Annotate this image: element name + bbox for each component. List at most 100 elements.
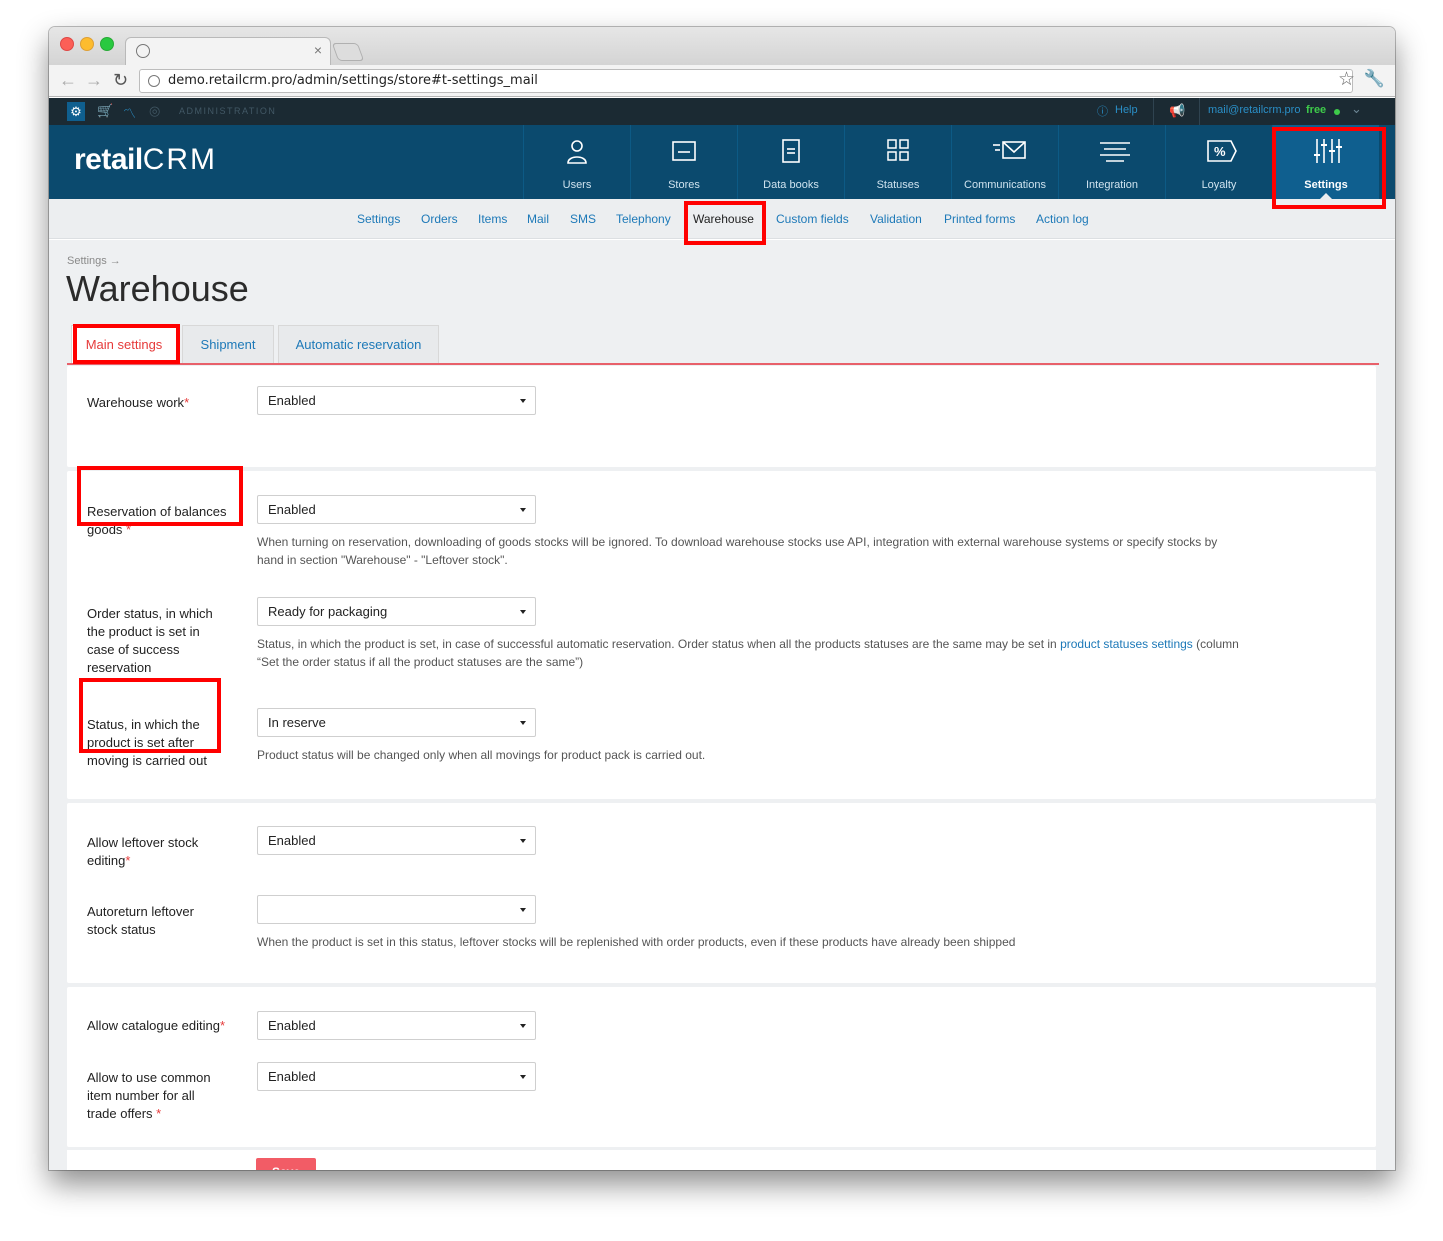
caret-down-icon <box>520 399 526 403</box>
leftover-editing-label: Allow leftover stock editing* <box>87 834 198 870</box>
subnav-custom-fields[interactable]: Custom fields <box>776 212 849 226</box>
nav-communications[interactable]: Communications <box>951 125 1058 199</box>
catalogue-card: Allow catalogue editing* Enabled Allow t… <box>67 987 1376 1147</box>
online-status-dot <box>1334 109 1340 115</box>
breadcrumb[interactable]: Settings → <box>67 255 121 267</box>
moving-status-value: In reserve <box>268 715 326 730</box>
autoreturn-label-line2: stock status <box>87 922 156 937</box>
order-status-select[interactable]: Ready for packaging <box>257 597 536 626</box>
nav-users[interactable]: Users <box>523 125 630 199</box>
main-header: retailCRM Users Stores Data books Status… <box>49 125 1395 199</box>
subnav-validation[interactable]: Validation <box>870 212 922 226</box>
target-icon[interactable]: ◎ <box>149 103 160 119</box>
divider <box>1153 98 1154 125</box>
nav-loyalty[interactable]: % Loyalty <box>1165 125 1272 199</box>
nav-statuses-label: Statuses <box>876 179 920 191</box>
caret-down-icon <box>520 1024 526 1028</box>
nav-statuses[interactable]: Statuses <box>844 125 951 199</box>
autoreturn-label-line1: Autoreturn leftover <box>87 904 194 919</box>
subnav-warehouse[interactable]: Warehouse <box>693 212 754 226</box>
leftover-card: Allow leftover stock editing* Enabled Au… <box>67 803 1376 983</box>
warehouse-work-select[interactable]: Enabled <box>257 386 536 415</box>
tab-close-icon[interactable]: × <box>314 42 322 58</box>
subnav-settings[interactable]: Settings <box>357 212 400 226</box>
catalogue-editing-select[interactable]: Enabled <box>257 1011 536 1040</box>
browser-tab[interactable]: × <box>125 37 331 65</box>
order-status-label-line: reservation <box>87 660 152 675</box>
logo-crm: CRM <box>142 143 218 176</box>
warehouse-work-label: Warehouse work* <box>87 394 189 412</box>
autoreturn-hint: When the product is set in this status, … <box>257 935 1016 949</box>
order-status-hint: Status, in which the product is set, in … <box>257 635 1267 671</box>
minimize-window-button[interactable] <box>80 37 94 51</box>
help-link[interactable]: Help <box>1115 104 1138 116</box>
caret-down-icon <box>520 839 526 843</box>
reload-icon[interactable]: ↻ <box>113 70 128 91</box>
common-item-number-label: Allow to use common item number for all … <box>87 1069 211 1123</box>
catalogue-editing-label: Allow catalogue editing* <box>87 1018 226 1033</box>
chevron-down-icon[interactable]: ⌄ <box>1351 101 1362 117</box>
reservation-card: Reservation of balances goods * Enabled … <box>67 471 1376 799</box>
nav-communications-label: Communications <box>964 179 1046 191</box>
page-content: Settings → Warehouse Main settings Shipm… <box>49 240 1395 1170</box>
product-statuses-settings-link[interactable]: product statuses settings <box>1060 637 1193 651</box>
leftover-editing-label-line1: Allow leftover stock <box>87 835 199 850</box>
browser-window: × ← → ↻ demo.retailcrm.pro/admin/setting… <box>49 27 1395 1170</box>
tab-main-settings[interactable]: Main settings <box>71 325 177 364</box>
sliders-icon <box>1312 137 1342 165</box>
data-book-icon <box>777 137 805 165</box>
nav-data-books[interactable]: Data books <box>737 125 844 199</box>
subnav-items[interactable]: Items <box>478 212 507 226</box>
globe-icon <box>136 44 150 58</box>
tab-automatic-reservation[interactable]: Automatic reservation <box>278 325 439 363</box>
admin-label: ADMINISTRATION <box>179 106 277 116</box>
nav-integration-label: Integration <box>1086 179 1138 191</box>
moving-status-select[interactable]: In reserve <box>257 708 536 737</box>
mail-icon <box>991 137 1026 165</box>
nav-settings-label: Settings <box>1304 179 1348 191</box>
help-icon[interactable]: ⓘ <box>1097 103 1108 119</box>
reservation-select[interactable]: Enabled <box>257 495 536 524</box>
save-button[interactable]: Save <box>256 1158 316 1170</box>
common-item-number-select[interactable]: Enabled <box>257 1062 536 1091</box>
order-status-hint-line2: “Set the order status if all the product… <box>257 655 584 669</box>
order-status-label-line: Order status, in which <box>87 606 213 621</box>
subnav-action-log[interactable]: Action log <box>1036 212 1089 226</box>
statuses-icon <box>884 137 912 165</box>
close-window-button[interactable] <box>60 37 74 51</box>
subnav-sms[interactable]: SMS <box>570 212 596 226</box>
required-mark: * <box>125 853 131 868</box>
bookmark-star-icon[interactable]: ☆ <box>1338 68 1355 91</box>
retailcrm-logo[interactable]: retailCRM <box>74 143 217 177</box>
tab-shipment[interactable]: Shipment <box>182 325 274 363</box>
megaphone-icon[interactable]: 📢 <box>1169 103 1185 119</box>
analytics-icon[interactable]: 〽 <box>123 103 136 122</box>
forward-arrow-icon[interactable]: → <box>85 70 103 91</box>
leftover-editing-value: Enabled <box>268 833 316 848</box>
common-item-number-value: Enabled <box>268 1069 316 1084</box>
account-email[interactable]: mail@retailcrm.pro <box>1208 104 1300 116</box>
new-tab-button[interactable] <box>331 43 365 61</box>
address-bar[interactable]: demo.retailcrm.pro/admin/settings/store#… <box>139 69 1353 93</box>
subnav-mail[interactable]: Mail <box>527 212 549 226</box>
warehouse-work-card: Warehouse work* Enabled <box>67 366 1376 467</box>
gear-icon[interactable]: ⚙ <box>67 102 85 121</box>
page-title: Warehouse <box>66 268 249 309</box>
nav-integration[interactable]: Integration <box>1058 125 1165 199</box>
autoreturn-select[interactable] <box>257 895 536 924</box>
reservation-label-line2: goods * <box>87 522 132 537</box>
nav-settings[interactable]: Settings <box>1272 125 1379 199</box>
zoom-window-button[interactable] <box>100 37 114 51</box>
subnav-orders[interactable]: Orders <box>421 212 458 226</box>
subnav-printed-forms[interactable]: Printed forms <box>944 212 1015 226</box>
leftover-editing-select[interactable]: Enabled <box>257 826 536 855</box>
reservation-hint: When turning on reservation, downloading… <box>257 533 1267 569</box>
caret-down-icon <box>520 1075 526 1079</box>
required-mark: * <box>156 1106 162 1121</box>
nav-stores[interactable]: Stores <box>630 125 737 199</box>
subnav-telephony[interactable]: Telephony <box>616 212 671 226</box>
back-arrow-icon[interactable]: ← <box>59 70 77 91</box>
wrench-icon[interactable]: 🔧 <box>1364 69 1385 89</box>
cart-icon[interactable]: 🛒 <box>97 103 113 119</box>
order-status-label: Order status, in which the product is se… <box>87 605 213 677</box>
